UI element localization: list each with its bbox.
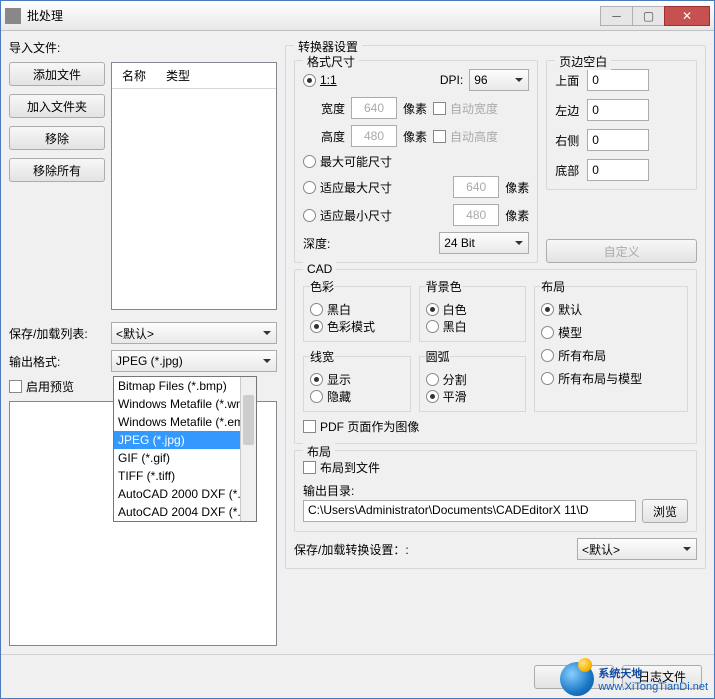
layout-to-file-checkbox[interactable]: 布局到文件 xyxy=(303,459,688,476)
saveload-list-select[interactable]: <默认> xyxy=(111,322,277,344)
format-option[interactable]: JPEG (*.jpg) xyxy=(114,431,256,449)
bg-white-radio[interactable]: 白色 xyxy=(426,301,520,318)
output-format-select[interactable]: JPEG (*.jpg) xyxy=(111,350,277,372)
layout-output-group: 布局 布局到文件 输出目录: C:\Users\Administrator\Do… xyxy=(294,450,697,532)
import-files-label: 导入文件: xyxy=(9,39,277,56)
margin-left-input[interactable] xyxy=(587,99,649,121)
format-size-group: 格式尺寸 1:1 DPI: 96 宽度 像素 自动宽度 xyxy=(294,60,538,263)
pdf-as-image-checkbox[interactable]: PDF 页面作为图像 xyxy=(303,418,688,435)
saveload-list-label: 保存/加载列表: xyxy=(9,325,105,342)
fit-min-radio[interactable]: 适应最小尺寸 xyxy=(303,207,392,224)
arc-group: 圆弧 分割 平滑 xyxy=(419,348,527,412)
layout-default-radio[interactable]: 默认 xyxy=(541,301,681,318)
auto-height-checkbox: 自动高度 xyxy=(433,128,498,145)
format-option[interactable]: Windows Metafile (*.em xyxy=(114,413,256,431)
fit-max-radio[interactable]: 适应最大尺寸 xyxy=(303,179,392,196)
output-dir-field[interactable]: C:\Users\Administrator\Documents\CADEdit… xyxy=(303,500,636,522)
dropdown-scrollbar[interactable] xyxy=(240,377,256,521)
height-input[interactable] xyxy=(351,125,397,147)
output-dir-label: 输出目录: xyxy=(303,482,688,499)
browse-button[interactable]: 浏览 xyxy=(642,499,688,523)
col-type: 类型 xyxy=(156,63,200,88)
format-option[interactable]: AutoCAD 2004 DXF (*.dx xyxy=(114,503,256,521)
lineweight-group: 线宽 显示 隐藏 xyxy=(303,348,411,412)
format-option[interactable]: AutoCAD 2000 DXF (*.dx xyxy=(114,485,256,503)
lw-show-radio[interactable]: 显示 xyxy=(310,371,404,388)
cad-group: CAD 色彩 黑白 色彩模式 线宽 显示 隐藏 xyxy=(294,269,697,444)
color-group: 色彩 黑白 色彩模式 xyxy=(303,278,411,342)
minimize-button[interactable]: ─ xyxy=(600,6,632,26)
saveload-conv-select[interactable]: <默认> xyxy=(577,538,697,560)
watermark-icon xyxy=(560,662,594,696)
add-folder-button[interactable]: 加入文件夹 xyxy=(9,94,105,118)
custom-button: 自定义 xyxy=(546,239,697,263)
file-list[interactable]: 名称 类型 xyxy=(111,62,277,310)
depth-label: 深度: xyxy=(303,235,330,252)
fit-min-input[interactable] xyxy=(453,204,499,226)
bg-black-radio[interactable]: 黑白 xyxy=(426,318,520,335)
layout-all-radio[interactable]: 所有布局 xyxy=(541,347,681,364)
maximize-button[interactable]: ▢ xyxy=(632,6,664,26)
ratio-1-1-radio[interactable]: 1:1 xyxy=(303,73,337,87)
bg-color-group: 背景色 白色 黑白 xyxy=(419,278,527,342)
format-option[interactable]: GIF (*.gif) xyxy=(114,449,256,467)
output-format-dropdown[interactable]: Bitmap Files (*.bmp) Windows Metafile (*… xyxy=(113,376,257,522)
format-option[interactable]: TIFF (*.tiff) xyxy=(114,467,256,485)
watermark: 系统天地 www.XiTongTianDi.net xyxy=(560,662,708,696)
dpi-select[interactable]: 96 xyxy=(469,69,529,91)
output-format-label: 输出格式: xyxy=(9,353,105,370)
col-name: 名称 xyxy=(112,63,156,88)
color-mode-radio[interactable]: 色彩模式 xyxy=(310,318,404,335)
layout-model-radio[interactable]: 模型 xyxy=(541,324,681,341)
lw-hide-radio[interactable]: 隐藏 xyxy=(310,388,404,405)
converter-settings-group: 转换器设置 格式尺寸 1:1 DPI: 96 宽度 xyxy=(285,45,706,569)
color-bw-radio[interactable]: 黑白 xyxy=(310,301,404,318)
app-icon xyxy=(5,8,21,24)
width-input[interactable] xyxy=(351,97,397,119)
remove-all-button[interactable]: 移除所有 xyxy=(9,158,105,182)
fit-max-input[interactable] xyxy=(453,176,499,198)
add-file-button[interactable]: 添加文件 xyxy=(9,62,105,86)
window-title: 批处理 xyxy=(27,7,600,24)
page-margin-group: 页边空白 上面 左边 右侧 底部 xyxy=(546,60,697,190)
close-button[interactable]: ✕ xyxy=(664,6,710,26)
margin-bottom-input[interactable] xyxy=(587,159,649,181)
remove-button[interactable]: 移除 xyxy=(9,126,105,150)
footer: 开始 日志文件 系统天地 www.XiTongTianDi.net xyxy=(1,654,714,698)
margin-top-input[interactable] xyxy=(587,69,649,91)
enable-preview-checkbox[interactable]: 启用预览 xyxy=(9,378,74,395)
titlebar: 批处理 ─ ▢ ✕ xyxy=(1,1,714,31)
auto-width-checkbox: 自动宽度 xyxy=(433,100,498,117)
layout-group: 布局 默认 模型 所有布局 所有布局与模型 xyxy=(534,278,688,412)
saveload-conv-label: 保存/加载转换设置：: xyxy=(294,541,409,558)
max-possible-radio[interactable]: 最大可能尺寸 xyxy=(303,153,529,170)
dpi-label: DPI: xyxy=(440,73,463,87)
layout-all-model-radio[interactable]: 所有布局与模型 xyxy=(541,370,681,387)
margin-right-input[interactable] xyxy=(587,129,649,151)
arc-split-radio[interactable]: 分割 xyxy=(426,371,520,388)
format-option[interactable]: Windows Metafile (*.wm xyxy=(114,395,256,413)
format-option[interactable]: Bitmap Files (*.bmp) xyxy=(114,377,256,395)
depth-select[interactable]: 24 Bit xyxy=(439,232,529,254)
arc-smooth-radio[interactable]: 平滑 xyxy=(426,388,520,405)
